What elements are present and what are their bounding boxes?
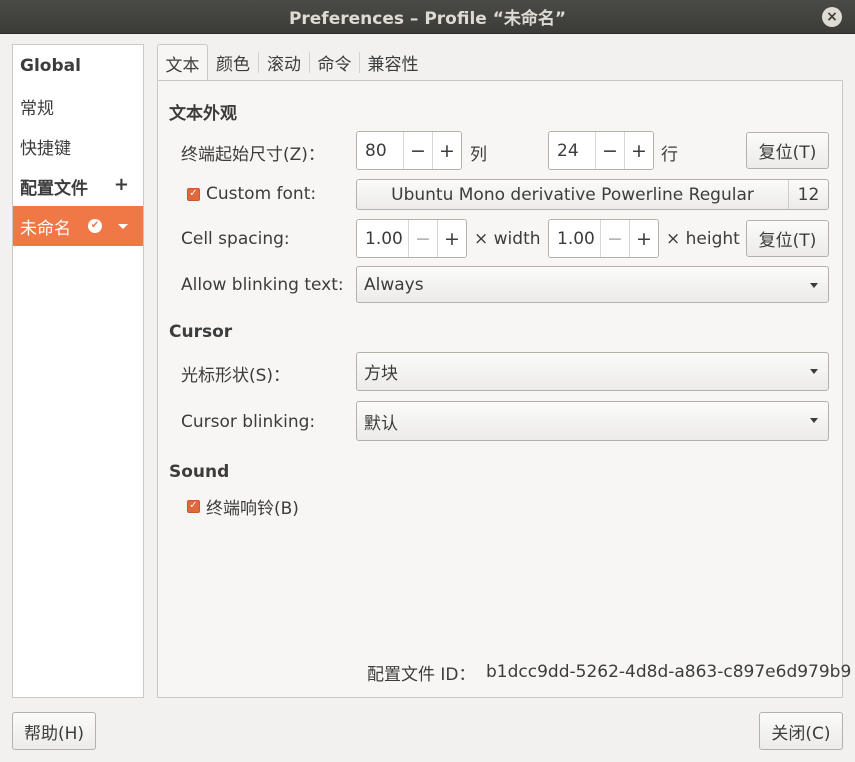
cursor-shape-dropdown[interactable]: 方块 [356,352,829,391]
sidebar-item-profile-unnamed[interactable]: 未命名 ✔ [13,206,143,246]
custom-font-label: Custom font: [206,184,317,204]
title-bar: Preferences – Profile “未命名” × [0,0,855,34]
rows-decrease-button[interactable]: − [595,132,624,169]
tab-colors[interactable]: 颜色 [208,44,258,81]
tab-command[interactable]: 命令 [310,44,359,81]
sidebar-item-label: 配置文件 [20,178,88,199]
reset-size-button[interactable]: 复位(T) [746,132,829,169]
sidebar: Global 常规 快捷键 配置文件 + 未命名 ✔ [12,44,144,698]
width-spacing-increase-button[interactable]: + [437,220,466,257]
close-icon: × [826,9,838,25]
section-title-cursor: Cursor [169,322,233,342]
columns-increase-button[interactable]: + [432,132,461,169]
dropdown-arrow-icon [810,418,818,423]
terminal-bell-label: 终端响铃(B) [206,498,299,519]
custom-font-checkbox[interactable]: ✓ Custom font: [187,182,316,206]
checkbox-checked-icon[interactable]: ✓ [187,187,200,201]
help-button[interactable]: 帮助(H) [12,712,96,750]
width-spacing-spinbutton[interactable]: 1.00 − + [356,219,467,258]
tab-label: 滚动 [267,55,301,75]
blink-text-label: Allow blinking text: [181,275,344,295]
sidebar-item-label: Global [20,56,81,76]
height-unit-label: × height [666,229,740,249]
columns-input[interactable]: 80 [357,132,403,169]
reset-spacing-button[interactable]: 复位(T) [746,220,829,257]
sidebar-item-general[interactable]: 常规 [13,86,143,126]
initial-size-label: 终端起始尺寸(Z)： [181,144,325,165]
font-size: 12 [788,180,828,209]
font-chooser-button[interactable]: Ubuntu Mono derivative Powerline Regular… [356,179,829,210]
rows-unit-label: 行 [661,144,678,165]
dropdown-arrow-icon [810,369,818,374]
chevron-down-icon[interactable] [118,224,128,229]
tab-text[interactable]: 文本 [157,44,208,81]
height-spacing-spinbutton[interactable]: 1.00 − + [548,219,659,258]
section-title-text-appearance: 文本外观 [169,104,237,124]
blink-text-dropdown[interactable]: Always [356,266,829,303]
height-spacing-increase-button[interactable]: + [629,220,658,257]
font-name: Ubuntu Mono derivative Powerline Regular [391,184,754,205]
width-unit-label: × width [474,229,541,249]
close-button[interactable]: 关闭(C) [759,712,843,750]
window-title: Preferences – Profile “未命名” [288,9,567,29]
profile-id-value: b1dcc9dd-5262-4d8d-a863-c897e6d979b9 [486,662,852,682]
sidebar-item-label: 常规 [20,98,54,119]
height-spacing-decrease-button[interactable]: − [600,220,629,257]
cursor-blink-value: 默认 [364,413,398,434]
cursor-shape-label: 光标形状(S)： [181,365,291,386]
rows-spinbutton[interactable]: 24 − + [548,131,654,170]
rows-increase-button[interactable]: + [624,132,653,169]
cell-spacing-label: Cell spacing: [181,229,290,249]
tab-label: 兼容性 [367,55,419,75]
width-spacing-decrease-button[interactable]: − [408,220,437,257]
tab-label: 颜色 [216,55,250,75]
width-spacing-input[interactable]: 1.00 [357,220,408,257]
dropdown-arrow-icon [810,283,818,288]
sidebar-item-profiles[interactable]: 配置文件 + [13,166,143,206]
columns-unit-label: 列 [470,144,487,165]
rows-input[interactable]: 24 [549,132,595,169]
tab-scrolling[interactable]: 滚动 [259,44,309,81]
add-profile-icon[interactable]: + [114,174,129,195]
window-close-button[interactable]: × [822,7,842,27]
sidebar-item-shortcuts[interactable]: 快捷键 [13,126,143,166]
sidebar-item-label: 快捷键 [20,138,71,159]
checkbox-checked-icon[interactable]: ✓ [187,499,200,513]
tab-label: 文本 [165,55,200,76]
default-check-icon: ✔ [88,219,102,233]
section-title-sound: Sound [169,462,230,482]
sidebar-item-label: 未命名 [20,218,71,239]
columns-spinbutton[interactable]: 80 − + [356,131,462,170]
tab-compatibility[interactable]: 兼容性 [360,44,426,81]
blink-text-value: Always [364,274,424,295]
cursor-shape-value: 方块 [364,364,398,384]
cursor-blink-label: Cursor blinking: [181,412,316,432]
sidebar-item-global[interactable]: Global [13,46,143,86]
columns-decrease-button[interactable]: − [403,132,432,169]
cursor-blink-dropdown[interactable]: 默认 [356,401,829,441]
terminal-bell-checkbox[interactable]: ✓ 终端响铃(B) [187,494,299,519]
tab-label: 命令 [317,55,352,75]
profile-id-label: 配置文件 ID： [367,664,476,685]
height-spacing-input[interactable]: 1.00 [549,220,600,257]
